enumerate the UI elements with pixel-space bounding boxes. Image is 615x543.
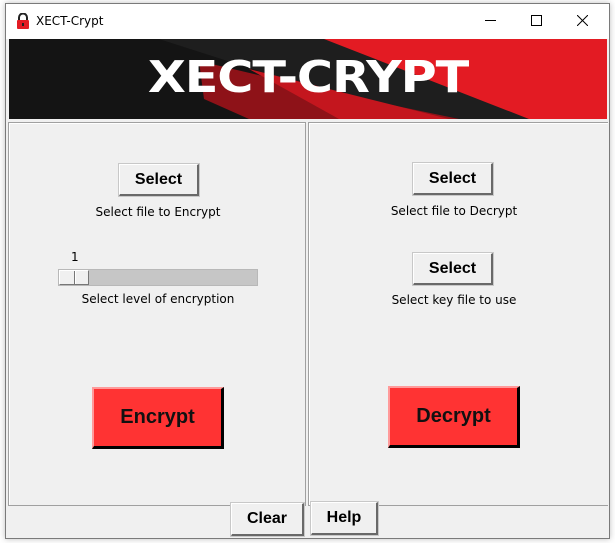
banner: XECT-CRYPT — [9, 39, 607, 119]
help-button[interactable]: Help — [310, 501, 379, 536]
select-key-file-label: Select key file to use — [391, 293, 517, 307]
slider-handle[interactable] — [59, 270, 89, 285]
maximize-button[interactable] — [513, 4, 559, 39]
decrypt-panel: Select Select file to Decrypt Select Sel… — [308, 122, 608, 506]
encrypt-button[interactable]: Encrypt — [92, 387, 224, 449]
encryption-level-label: Select level of encryption — [81, 292, 235, 306]
encryption-level-slider[interactable] — [58, 269, 258, 286]
encrypt-panel: Select Select file to Encrypt 1 Select l… — [8, 122, 306, 506]
minimize-button[interactable] — [467, 4, 513, 39]
maximize-icon — [530, 13, 542, 31]
decrypt-button[interactable]: Decrypt — [388, 386, 520, 448]
close-button[interactable] — [559, 4, 605, 39]
minimize-icon — [484, 13, 496, 31]
window-title: XECT-Crypt — [36, 14, 104, 28]
select-decrypt-file-label: Select file to Decrypt — [390, 204, 518, 218]
title-bar[interactable]: XECT-Crypt — [6, 4, 609, 39]
close-icon — [576, 13, 588, 31]
select-encrypt-file-label: Select file to Encrypt — [95, 205, 221, 219]
padlock-icon — [16, 12, 30, 29]
clear-button[interactable]: Clear — [230, 502, 305, 537]
select-encrypt-file-button[interactable]: Select — [118, 163, 200, 197]
select-decrypt-file-button[interactable]: Select — [412, 162, 494, 196]
encryption-level-value: 1 — [71, 250, 79, 264]
app-window: XECT-Crypt XECT-CRYPT Select Select file… — [5, 3, 610, 539]
banner-title: XECT-CRYPT — [147, 52, 469, 103]
select-key-file-button[interactable]: Select — [412, 252, 494, 286]
